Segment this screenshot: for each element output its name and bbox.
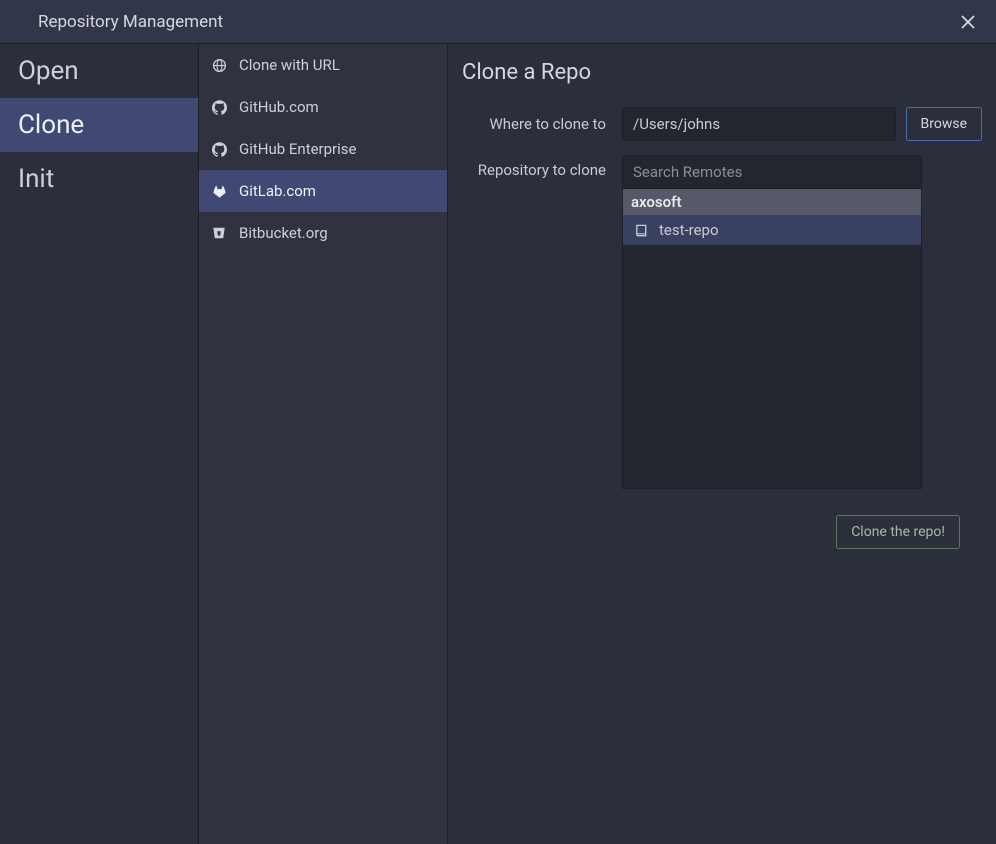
source-github-enterprise[interactable]: GitHub Enterprise [199, 128, 447, 170]
repo-to-clone-row: Repository to clone axosoft test-repo [462, 155, 982, 489]
clone-repo-button[interactable]: Clone the repo! [836, 515, 960, 549]
source-gitlab[interactable]: GitLab.com [199, 170, 447, 212]
repo-list-item[interactable]: test-repo [623, 215, 921, 245]
source-github[interactable]: GitHub.com [199, 86, 447, 128]
tab-open[interactable]: Open [0, 44, 198, 98]
source-bitbucket[interactable]: Bitbucket.org [199, 212, 447, 254]
clone-path-input[interactable] [622, 107, 896, 141]
where-to-clone-row: Where to clone to Browse [462, 107, 982, 141]
source-label: Clone with URL [239, 56, 340, 74]
left-panel: Open Clone Init [0, 44, 199, 844]
repo-group-header: axosoft [623, 189, 921, 215]
github-icon [211, 141, 227, 157]
tab-clone[interactable]: Clone [0, 98, 198, 152]
tab-init[interactable]: Init [0, 152, 198, 206]
github-icon [211, 99, 227, 115]
close-icon [961, 15, 975, 29]
source-label: GitHub Enterprise [239, 140, 357, 158]
bitbucket-icon [211, 225, 227, 241]
globe-icon [211, 57, 227, 73]
close-button[interactable] [956, 10, 980, 34]
repo-name: test-repo [659, 221, 719, 239]
gitlab-icon [211, 183, 227, 199]
book-icon [633, 222, 649, 238]
search-remotes-input[interactable] [622, 155, 922, 189]
source-label: GitLab.com [239, 182, 316, 200]
source-clone-url[interactable]: Clone with URL [199, 44, 447, 86]
source-label: Bitbucket.org [239, 224, 328, 242]
main-layout: Open Clone Init Clone with URL GitHub.co… [0, 44, 996, 844]
repo-listbox[interactable]: axosoft test-repo [622, 189, 922, 489]
action-row: Clone the repo! [462, 515, 982, 549]
where-to-clone-label: Where to clone to [462, 115, 622, 133]
window-title: Repository Management [14, 12, 223, 32]
panel-heading: Clone a Repo [462, 60, 982, 85]
title-bar: Repository Management [0, 0, 996, 44]
repo-to-clone-label: Repository to clone [462, 155, 622, 179]
source-label: GitHub.com [239, 98, 319, 116]
browse-button[interactable]: Browse [906, 107, 982, 141]
source-panel: Clone with URL GitHub.com GitHub Enterpr… [199, 44, 448, 844]
clone-panel: Clone a Repo Where to clone to Browse Re… [448, 44, 996, 844]
repo-list-column: axosoft test-repo [622, 155, 922, 489]
